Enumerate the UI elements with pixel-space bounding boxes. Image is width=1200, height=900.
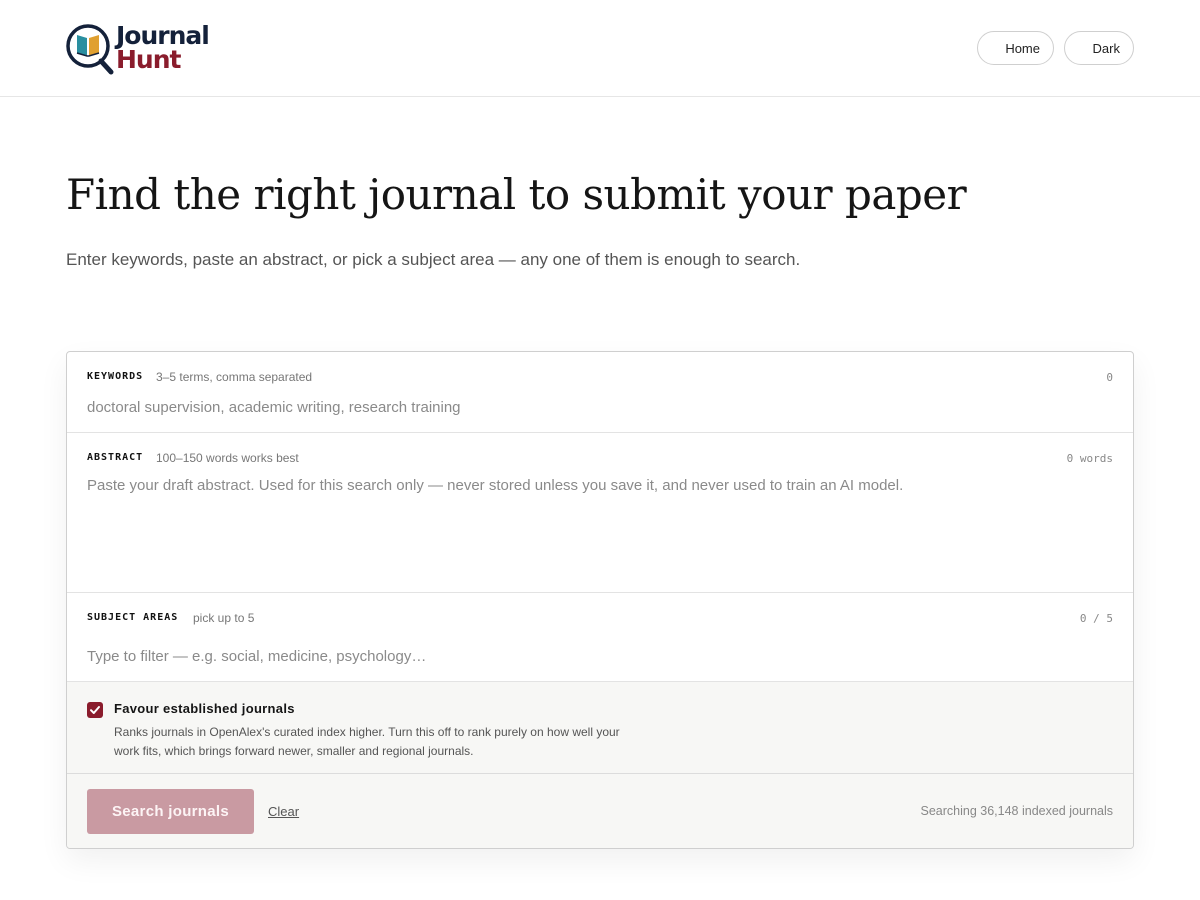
brand-wordmark: Journal Hunt (116, 23, 210, 74)
index-status-text: Searching 36,148 indexed journals (920, 804, 1114, 818)
favour-established-checkbox[interactable] (87, 702, 103, 718)
subject-areas-hint: pick up to 5 (193, 611, 255, 625)
favour-established-title: Favour established journals (114, 701, 295, 716)
favour-established-description: Ranks journals in OpenAlex's curated ind… (114, 725, 620, 758)
abstract-hint: 100–150 words works best (156, 451, 299, 465)
subject-areas-count: 0 / 5 (1079, 612, 1113, 625)
abstract-textarea[interactable] (87, 477, 1113, 577)
brand-name-line2: Hunt (116, 45, 181, 74)
site-logo[interactable]: Journal Hunt (66, 20, 210, 76)
site-header: Journal Hunt Home Dark (0, 0, 1200, 97)
abstract-section: ABSTRACT 100–150 words works best 0 word… (67, 433, 1133, 593)
keywords-label: KEYWORDS (87, 371, 144, 382)
favour-established-option: Favour established journals Ranks journa… (67, 682, 1133, 774)
home-button[interactable]: Home (977, 31, 1054, 65)
checkmark-icon (90, 706, 100, 714)
magnifier-book-icon (66, 20, 114, 76)
abstract-label: ABSTRACT (87, 452, 144, 463)
subject-areas-label: SUBJECT AREAS (87, 612, 179, 623)
page-subtitle: Enter keywords, paste an abstract, or pi… (66, 250, 801, 269)
clear-button[interactable]: Clear (268, 804, 299, 819)
subject-filter-input[interactable] (87, 645, 1113, 667)
search-journals-button[interactable]: Search journals (87, 789, 254, 834)
keywords-section: KEYWORDS 3–5 terms, comma separated 0 (67, 352, 1133, 433)
abstract-word-count: 0 words (1066, 452, 1113, 465)
page-title: Find the right journal to submit your pa… (66, 170, 967, 219)
keywords-input[interactable] (87, 396, 1113, 418)
header-nav: Home Dark (977, 31, 1134, 65)
form-actions: Search journals Clear Searching 36,148 i… (67, 774, 1133, 848)
search-form-card: KEYWORDS 3–5 terms, comma separated 0 AB… (66, 351, 1134, 849)
keywords-hint: 3–5 terms, comma separated (156, 370, 313, 384)
subject-areas-section: SUBJECT AREAS pick up to 5 0 / 5 (67, 593, 1133, 682)
keywords-count: 0 (1106, 371, 1113, 384)
dark-mode-toggle[interactable]: Dark (1064, 31, 1134, 65)
